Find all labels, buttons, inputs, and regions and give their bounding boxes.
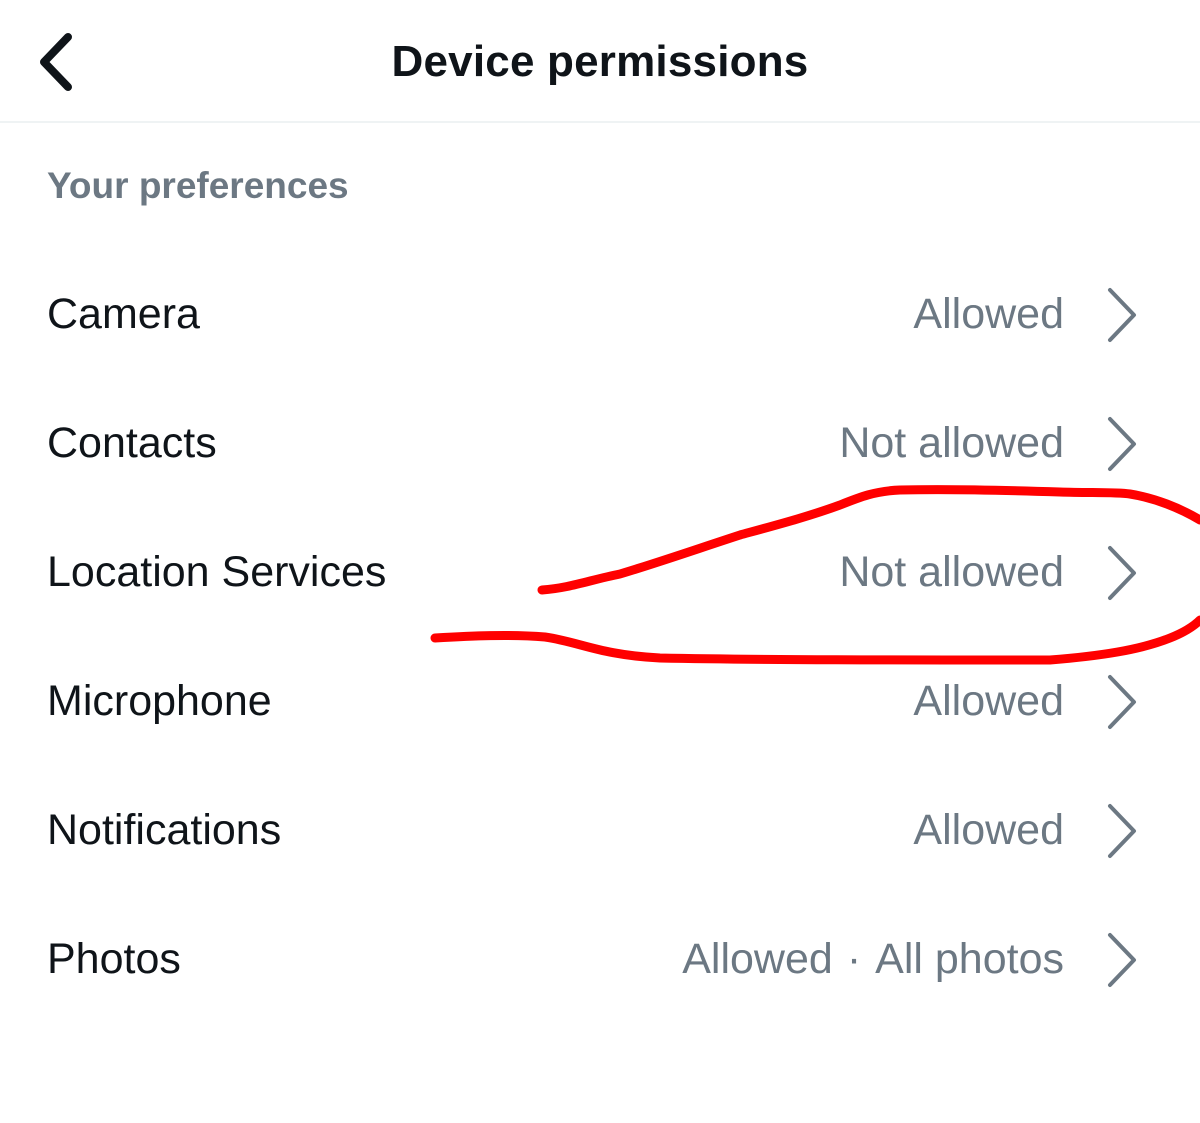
- permission-row-notifications[interactable]: Notifications Allowed: [0, 766, 1200, 895]
- chevron-right-icon: [1108, 804, 1136, 858]
- permissions-list: Camera Allowed Contacts Not allowed Loca…: [0, 250, 1200, 1024]
- permission-row-photos[interactable]: Photos Allowed · All photos: [0, 895, 1200, 1024]
- status-separator: ·: [846, 935, 862, 983]
- permission-label: Notifications: [47, 806, 282, 854]
- permission-label: Location Services: [47, 548, 387, 596]
- back-button[interactable]: [20, 22, 92, 102]
- top-bar: Device permissions: [0, 0, 1200, 123]
- section-heading: Your preferences: [47, 165, 349, 206]
- chevron-right-icon: [1108, 288, 1136, 342]
- permission-label: Camera: [47, 290, 200, 338]
- permission-status: Allowed: [913, 290, 1064, 338]
- permission-status: Allowed · All photos: [682, 935, 1064, 983]
- permission-label: Microphone: [47, 677, 272, 725]
- chevron-right-icon: [1108, 675, 1136, 729]
- permission-status: Not allowed: [839, 419, 1064, 467]
- permission-row-microphone[interactable]: Microphone Allowed: [0, 637, 1200, 766]
- permission-row-contacts[interactable]: Contacts Not allowed: [0, 379, 1200, 508]
- chevron-right-icon: [1108, 546, 1136, 600]
- page-title: Device permissions: [391, 37, 809, 86]
- permission-status: Not allowed: [839, 548, 1064, 596]
- permission-row-camera[interactable]: Camera Allowed: [0, 250, 1200, 379]
- permission-label: Contacts: [47, 419, 217, 467]
- permission-detail: All photos: [875, 935, 1064, 983]
- permission-status: Allowed: [913, 806, 1064, 854]
- permission-row-location-services[interactable]: Location Services Not allowed: [0, 508, 1200, 637]
- chevron-right-icon: [1108, 417, 1136, 471]
- permission-status: Allowed: [913, 677, 1064, 725]
- chevron-right-icon: [1108, 933, 1136, 987]
- chevron-left-icon: [40, 33, 72, 91]
- permission-label: Photos: [47, 935, 181, 983]
